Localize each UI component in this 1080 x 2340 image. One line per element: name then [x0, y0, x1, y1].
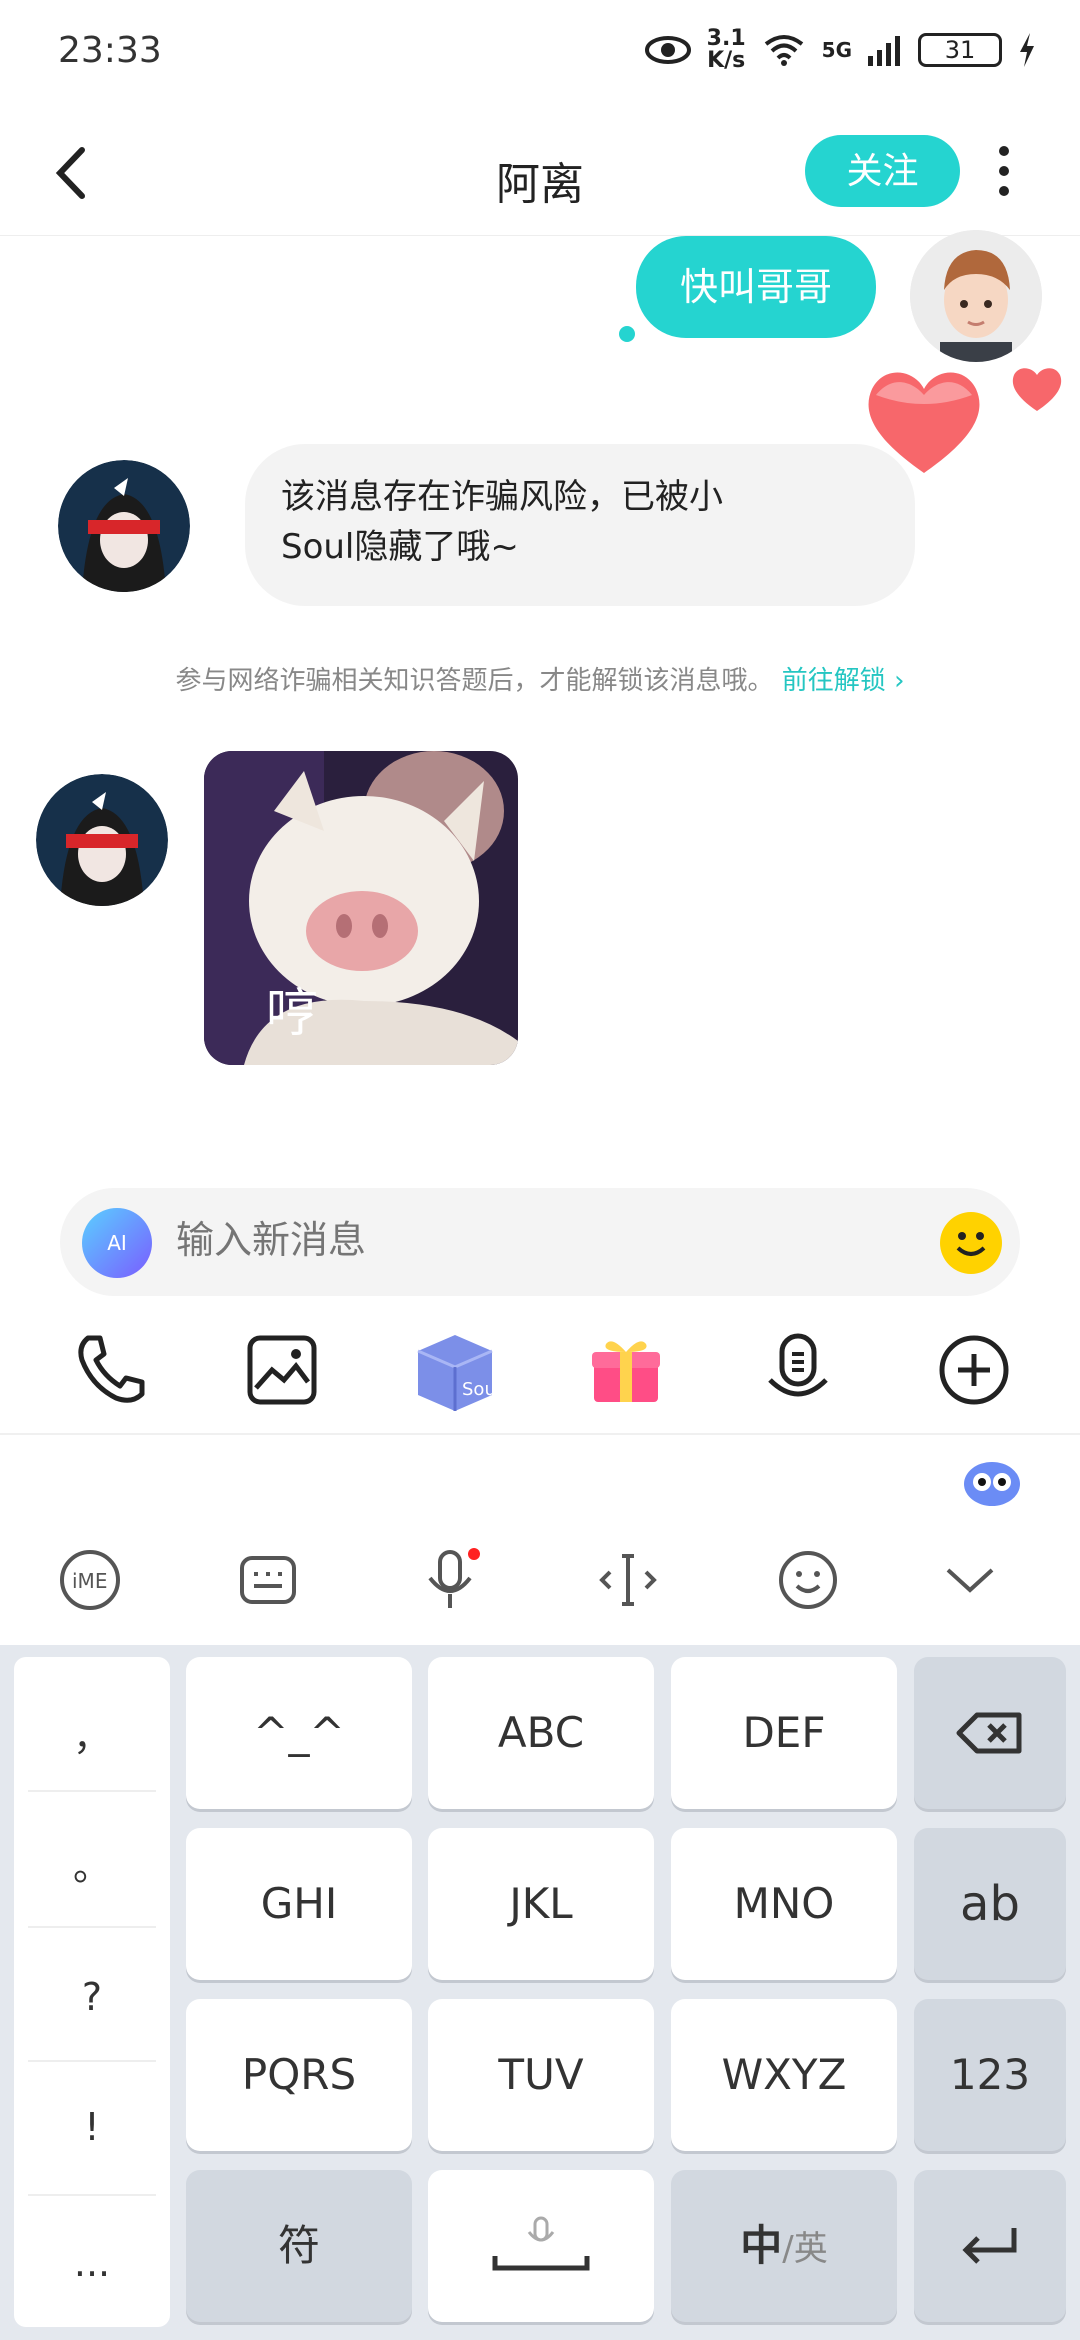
- backspace-icon: [956, 1712, 1022, 1754]
- photo-gallery-icon[interactable]: [242, 1330, 322, 1410]
- language-toggle-key[interactable]: 中/英: [671, 2170, 897, 2322]
- svg-text:iME: iME: [72, 1569, 107, 1593]
- key-wxyz[interactable]: WXYZ: [671, 1999, 897, 2151]
- net-speed-unit: K/s: [707, 48, 746, 73]
- ai-assistant-button[interactable]: AI: [82, 1208, 152, 1278]
- boy-avatar-icon: [910, 230, 1042, 362]
- pig-icon: [204, 751, 518, 1065]
- key-ghi[interactable]: GHI: [186, 1828, 412, 1980]
- key-emoticon[interactable]: ^_^: [186, 1657, 412, 1809]
- soul-box-button[interactable]: Soul: [410, 1325, 501, 1415]
- status-bar-right: 3.1 K/s 5G 31: [644, 28, 1036, 72]
- unlock-link[interactable]: 前往解锁: [782, 666, 886, 696]
- net-speed: 3.1 K/s: [707, 28, 746, 72]
- voice-room-icon[interactable]: [758, 1330, 838, 1410]
- punct-separator: [28, 1926, 156, 1928]
- space-mic-icon: [492, 2216, 590, 2271]
- status-time: 23:33: [58, 30, 162, 71]
- follow-button[interactable]: 关注: [805, 135, 960, 207]
- lang-main-label: 中: [740, 2221, 783, 2270]
- wifi-icon: [764, 35, 803, 66]
- soul-box-label: Soul: [462, 1379, 500, 1400]
- add-more-icon[interactable]: [934, 1330, 1014, 1410]
- charging-icon: [1020, 33, 1034, 67]
- sticker-caption: 哼: [266, 984, 319, 1044]
- key-abc[interactable]: ABC: [428, 1657, 654, 1809]
- space-key[interactable]: [428, 2170, 654, 2322]
- ime-logo-icon[interactable]: iME: [58, 1548, 122, 1612]
- cursor-move-icon[interactable]: [596, 1548, 660, 1612]
- hidden-message-line1: 该消息存在诈骗风险，已被小: [281, 477, 723, 517]
- signal-icon: [868, 36, 900, 66]
- punct-key-question[interactable]: ?: [14, 1930, 170, 2064]
- emoji-button[interactable]: [940, 1212, 1002, 1274]
- read-indicator-dot: [619, 326, 635, 342]
- more-menu-icon[interactable]: [996, 145, 1012, 197]
- keyboard-switch-icon[interactable]: [236, 1548, 300, 1612]
- message-input[interactable]: [176, 1220, 916, 1263]
- eye-icon: [644, 36, 691, 64]
- punct-key-exclaim[interactable]: !: [14, 2060, 170, 2194]
- phone-call-icon[interactable]: [72, 1330, 152, 1410]
- enter-icon: [962, 2228, 1017, 2264]
- lang-alt-label: /英: [782, 2229, 828, 2269]
- smiley-icon: [956, 1232, 986, 1256]
- backspace-key[interactable]: [914, 1657, 1066, 1809]
- key-ab[interactable]: ab: [914, 1828, 1066, 1980]
- fraud-notice: 参与网络诈骗相关知识答题后，才能解锁该消息哦。 前往解锁 ›: [0, 660, 1080, 697]
- battery-indicator: 31: [918, 33, 1002, 67]
- key-pqrs[interactable]: PQRS: [186, 1999, 412, 2151]
- key-symbols[interactable]: 符: [186, 2170, 412, 2322]
- key-jkl[interactable]: JKL: [428, 1828, 654, 1980]
- emoji-panel-icon[interactable]: [776, 1548, 840, 1612]
- enter-key[interactable]: [914, 2170, 1066, 2322]
- gift-icon[interactable]: [586, 1330, 666, 1410]
- contact-avatar-2[interactable]: [36, 774, 168, 906]
- girl-avatar-icon: [36, 774, 168, 906]
- key-123[interactable]: 123: [914, 1999, 1066, 2151]
- voice-input-icon[interactable]: [418, 1548, 482, 1612]
- ime-mascot-icon[interactable]: [960, 1450, 1024, 1510]
- key-def[interactable]: DEF: [671, 1657, 897, 1809]
- key-mno[interactable]: MNO: [671, 1828, 897, 1980]
- outgoing-message-bubble[interactable]: 快叫哥哥: [636, 236, 876, 338]
- collapse-keyboard-icon[interactable]: [938, 1548, 1002, 1612]
- pig-sticker-image[interactable]: 哼: [204, 751, 518, 1065]
- punct-separator: [28, 1790, 156, 1792]
- soul-box-icon: Soul: [417, 1335, 501, 1411]
- punct-key-comma[interactable]: ，: [14, 1670, 170, 1804]
- hidden-message-line2: Soul隐藏了哦~: [281, 527, 519, 567]
- net-speed-value: 3.1: [706, 26, 746, 51]
- signal-label: 5G: [821, 38, 852, 62]
- heart-small-icon: [1012, 368, 1062, 411]
- contact-avatar[interactable]: [58, 460, 190, 592]
- hidden-message-bubble[interactable]: 该消息存在诈骗风险，已被小 Soul隐藏了哦~: [245, 444, 915, 606]
- punct-key-ellipsis[interactable]: ...: [14, 2196, 170, 2330]
- fraud-notice-text: 参与网络诈骗相关知识答题后，才能解锁该消息哦。: [175, 666, 774, 696]
- girl-avatar-icon: [58, 460, 190, 592]
- punct-key-period[interactable]: 。: [14, 1800, 170, 1934]
- key-tuv[interactable]: TUV: [428, 1999, 654, 2151]
- my-avatar[interactable]: [910, 230, 1042, 362]
- chevron-right-icon[interactable]: ›: [894, 666, 904, 696]
- divider: [0, 1433, 1080, 1435]
- chat-screen: 23:33 3.1 K/s 5G 31 阿离 关注 快叫哥哥 该消息存在诈骗风险…: [0, 0, 1080, 2340]
